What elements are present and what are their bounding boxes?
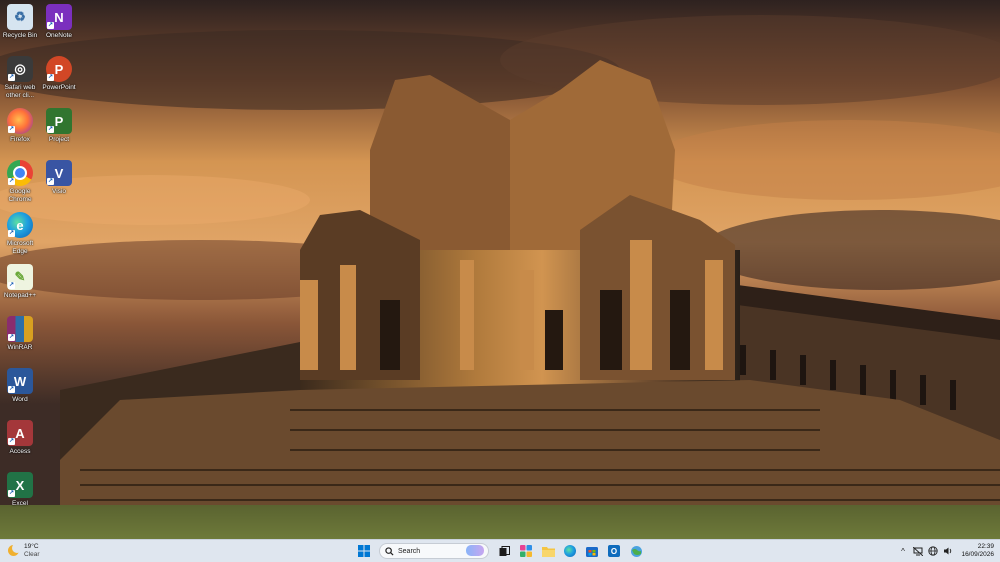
outlook-icon: O [608, 545, 620, 557]
desktop-icon-label: Project [48, 136, 70, 143]
desktop-icon-label: Notepad++ [3, 292, 37, 299]
desktop-icon-safari[interactable]: ◎ ↗ Safari web other cli... [1, 56, 39, 99]
moon-weather-icon [8, 543, 22, 556]
search-highlight-icon [466, 545, 484, 556]
volume-icon[interactable] [942, 546, 953, 557]
recycle-bin-icon: ♻ [7, 4, 33, 30]
task-view-icon [499, 545, 510, 556]
word-icon: W ↗ [7, 368, 33, 394]
edge-taskbar-button[interactable] [562, 543, 578, 559]
excel-icon: X ↗ [7, 472, 33, 498]
control-panel-button[interactable] [628, 543, 644, 559]
desktop-icon-chrome[interactable]: ↗ Google Chrome [1, 160, 39, 203]
notepadpp-icon: ✎ ↗ [7, 264, 33, 290]
folder-icon [541, 546, 555, 557]
desktop-icon-label: Firefox [10, 136, 30, 143]
desktop-icon-label: WinRAR [7, 344, 33, 351]
desktop-icon-label: Access [9, 448, 31, 455]
microsoft-store-icon [586, 547, 598, 557]
copilot-icon [520, 545, 532, 557]
desktop-icon-edge[interactable]: e ↗ Microsoft Edge [1, 212, 39, 255]
desktop-icon-label: Word [12, 396, 28, 403]
globe-settings-icon [630, 545, 642, 557]
windows-logo-icon [358, 545, 370, 557]
clock-date: 16/09/2026 [961, 551, 994, 558]
project-icon: P ↗ [46, 108, 72, 134]
winrar-icon: ↗ [7, 316, 33, 342]
desktop-icon-project[interactable]: P ↗ Project [40, 108, 78, 144]
desktop-icon-firefox[interactable]: ↗ Firefox [1, 108, 39, 144]
weather-widget[interactable]: 19°C Clear [8, 543, 40, 558]
desktop-icon-recycle-bin[interactable]: ♻ Recycle Bin [1, 4, 39, 40]
weather-temperature: 19°C [24, 543, 39, 550]
visio-icon: V ↗ [46, 160, 72, 186]
desktop-icon-onenote[interactable]: N ↗ OneNote [40, 4, 78, 40]
desktop-icon-label: Microsoft Edge [6, 240, 34, 255]
outlook-button[interactable]: O [606, 543, 622, 559]
desktop-wallpaper [0, 0, 1000, 539]
task-view-button[interactable] [496, 543, 512, 559]
taskbar-search-box[interactable]: Search [379, 543, 489, 559]
desktop-icon-label: Google Chrome [8, 188, 32, 203]
access-icon: A ↗ [7, 420, 33, 446]
desktop-icon-label: PowerPoint [42, 84, 76, 91]
desktop-icon-label: OneNote [45, 32, 73, 39]
safari-app-icon: ◎ ↗ [7, 56, 33, 82]
system-clock[interactable]: 22:39 16/09/2026 [961, 543, 994, 559]
desktop-icon-winrar[interactable]: ↗ WinRAR [1, 316, 39, 352]
desktop-icon-label: Safari web other cli... [4, 84, 36, 99]
desktop-icon-powerpoint[interactable]: P ↗ PowerPoint [40, 56, 78, 92]
system-tray: ^ 22:39 16/09/2026 [895, 542, 994, 560]
edge-icon [564, 545, 576, 557]
copilot-button[interactable] [518, 543, 534, 559]
desktop-icon-label: Excel [12, 500, 28, 507]
desktop-icon-access[interactable]: A ↗ Access [1, 420, 39, 456]
edge-icon: e ↗ [7, 212, 33, 238]
desktop-icon-notepadpp[interactable]: ✎ ↗ Notepad++ [1, 264, 39, 300]
search-placeholder: Search [398, 547, 421, 555]
taskbar-center: Search O [353, 543, 647, 559]
weather-condition: Clear [24, 550, 40, 558]
temple-wallpaper-image [0, 0, 1000, 539]
network-icon[interactable] [912, 546, 923, 557]
desktop-icon-word[interactable]: W ↗ Word [1, 368, 39, 404]
tray-chevron-icon[interactable]: ^ [897, 546, 908, 557]
desktop-icon-excel[interactable]: X ↗ Excel [1, 472, 39, 508]
taskbar: 19°C Clear Search O ^ 22:39 16/09/2026 [0, 539, 1000, 562]
clock-time: 22:39 [977, 543, 994, 550]
desktop-icon-label: Recycle Bin [2, 32, 38, 39]
chrome-icon: ↗ [7, 160, 33, 186]
onenote-icon: N ↗ [46, 4, 72, 30]
file-explorer-button[interactable] [540, 543, 556, 559]
store-button[interactable] [584, 543, 600, 559]
search-icon [385, 546, 394, 556]
start-button[interactable] [356, 543, 372, 559]
powerpoint-icon: P ↗ [46, 56, 72, 82]
globe-icon[interactable] [927, 546, 938, 557]
firefox-icon: ↗ [7, 108, 33, 134]
desktop-icon-visio[interactable]: V ↗ Visio [40, 160, 78, 196]
desktop-icon-label: Visio [52, 188, 66, 195]
